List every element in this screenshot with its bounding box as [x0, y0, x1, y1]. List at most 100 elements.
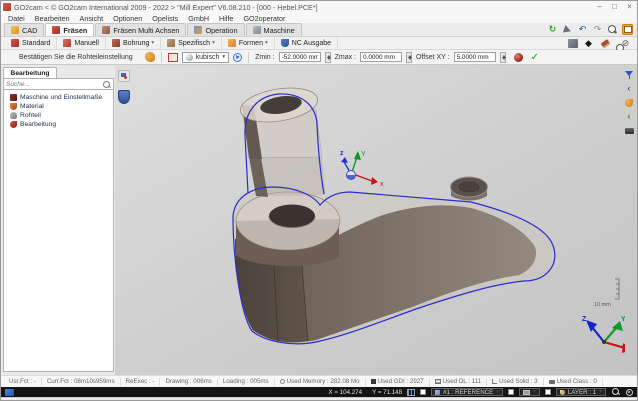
search-input[interactable]: [6, 81, 102, 88]
color-checkbox[interactable]: [508, 389, 514, 395]
solid-icon: [492, 379, 497, 384]
group-standard-label: Standard: [22, 40, 50, 47]
menu-item-ansicht[interactable]: Ansicht: [80, 14, 104, 23]
chevron-down-icon: ▾: [212, 40, 215, 46]
menu-item-datei[interactable]: Datei: [8, 14, 25, 23]
layer-value: LAYER : 1: [568, 389, 596, 396]
cad-pencil-icon: [11, 26, 19, 34]
tree-item-material[interactable]: Material: [4, 102, 113, 111]
redo-icon[interactable]: ↷: [592, 24, 603, 35]
origin-triad-gizmo[interactable]: x Y z: [340, 150, 384, 188]
settings-gear-icon[interactable]: [626, 389, 633, 396]
stock-type-select[interactable]: kubisch ▾: [182, 52, 230, 63]
workspace: Bearbeitung Maschine und Einstellmaße Ma…: [1, 65, 637, 375]
menu-item-optionen[interactable]: Optionen: [113, 14, 142, 23]
collapse-left-icon[interactable]: ‹: [623, 83, 635, 94]
zmin-field[interactable]: [279, 52, 321, 62]
measure-icon[interactable]: [622, 24, 633, 35]
reference-select[interactable]: #1 : REFERENCE ▾: [431, 388, 503, 396]
chevron-down-icon: ▾: [222, 54, 225, 60]
dark-tool-icon[interactable]: [625, 128, 634, 134]
ribbon-group-bar: Standard Manuell Bohrung ▾ Spezifisch ▾ …: [1, 37, 637, 50]
zoom-selection-icon[interactable]: [611, 388, 621, 397]
confirm-check-icon[interactable]: ✓: [531, 52, 539, 63]
tab-maschine-label: Maschine: [264, 26, 295, 35]
class-icon: [549, 380, 555, 384]
group-bohrung[interactable]: Bohrung ▾: [106, 37, 161, 50]
render-mode-icon[interactable]: ◆: [583, 38, 594, 49]
layer-checkbox[interactable]: [545, 389, 551, 395]
tab-multi-label: Fräsen Multi Achsen: [113, 26, 179, 35]
tree-item-bearbeitung[interactable]: Bearbeitung: [4, 120, 113, 129]
reference-checkbox[interactable]: [420, 389, 426, 395]
group-spezifisch[interactable]: Spezifisch ▾: [161, 37, 222, 50]
viewport-3d[interactable]: x Y z 10 mm Z: [115, 65, 637, 375]
group-formen[interactable]: Formen ▾: [222, 37, 275, 50]
reference-cube-icon: [435, 390, 440, 395]
grid-icon[interactable]: [407, 389, 415, 396]
group-manuell[interactable]: Manuell: [57, 37, 106, 50]
pointer-tool-icon[interactable]: [562, 24, 573, 35]
maximize-icon[interactable]: □: [607, 1, 622, 13]
zmin-stepper[interactable]: [325, 52, 331, 63]
offset-xy-stepper[interactable]: [500, 52, 506, 63]
color-select[interactable]: ▾: [519, 388, 540, 396]
viewport-canvas[interactable]: x Y z 10 mm Z: [115, 65, 625, 375]
tab-bearbeitung[interactable]: Bearbeitung: [3, 67, 57, 78]
offset-xy-field[interactable]: [454, 52, 496, 62]
chevron-left-icon[interactable]: ‹: [623, 111, 635, 122]
specific-tool-icon: [167, 39, 175, 47]
sidebar-search-row: [3, 78, 114, 90]
probe-icon[interactable]: [118, 70, 130, 82]
chevron-down-icon: ▾: [265, 40, 268, 46]
filter-icon[interactable]: [624, 70, 634, 80]
minimize-icon[interactable]: –: [592, 1, 607, 13]
zmax-stepper[interactable]: [406, 52, 412, 63]
apply-sphere-icon[interactable]: [514, 53, 523, 62]
zmax-field[interactable]: [360, 52, 402, 62]
title-bar: GO2cam < © GO2cam International 2009 - 2…: [1, 1, 637, 13]
machining-icon: [10, 121, 17, 128]
menu-item-hilfe[interactable]: Hilfe: [219, 14, 233, 23]
status-used-solid: Used Solid : 3: [487, 378, 544, 386]
menu-item-gmbh[interactable]: GmbH: [188, 14, 209, 23]
tab-fraesen-multi-achsen[interactable]: Fräsen Multi Achsen: [95, 23, 186, 36]
separator: [248, 52, 249, 63]
zoom-icon[interactable]: [607, 24, 618, 35]
status-drawing: Drawing : 006ms: [160, 378, 217, 386]
tree-item-rohteil[interactable]: Rohteil: [4, 111, 113, 120]
offset-xy-label: Offset XY :: [416, 54, 450, 61]
snap-mode-icon[interactable]: [5, 389, 14, 396]
tab-cad[interactable]: CAD: [4, 23, 44, 36]
undo-icon[interactable]: ↶: [577, 24, 588, 35]
layer-select[interactable]: LAYER : 1 ▾: [556, 388, 606, 396]
stock-frame-icon[interactable]: [168, 53, 178, 62]
standard-tool-icon: [11, 39, 19, 47]
status-used-dl: Used DL : 111: [430, 378, 487, 386]
group-standard[interactable]: Standard: [5, 37, 57, 50]
tab-fraesen-label: Fräsen: [63, 26, 87, 35]
machine-setup-icon[interactable]: [568, 39, 578, 48]
tab-operation[interactable]: Operation: [187, 23, 244, 36]
tab-maschine[interactable]: Maschine: [246, 23, 302, 36]
stock-icon: [10, 112, 17, 119]
brush-icon[interactable]: [599, 38, 610, 49]
refresh-icon[interactable]: ↻: [547, 24, 558, 35]
shapes-icon: [228, 39, 236, 47]
tab-fraesen[interactable]: Fräsen: [45, 23, 94, 36]
search-icon[interactable]: [102, 80, 111, 89]
shield-icon[interactable]: [118, 90, 130, 104]
orange-tool-icon[interactable]: [625, 99, 633, 107]
group-nc-ausgabe[interactable]: NC Ausgabe: [275, 37, 338, 50]
status-usr-fct: Usr.Fct : -: [4, 378, 42, 386]
menu-item-go2operator[interactable]: GO2operator: [243, 14, 285, 23]
scale-indicator: 10 mm: [594, 279, 619, 308]
menu-item-bearbeiten[interactable]: Bearbeiten: [35, 14, 70, 23]
close-icon[interactable]: ×: [622, 1, 637, 13]
stock-hand-icon[interactable]: [145, 52, 155, 62]
view-orientation-triad: Z Y X: [582, 316, 625, 363]
info-icon[interactable]: [233, 53, 242, 62]
tree-item-maschine[interactable]: Maschine und Einstellmaße: [4, 93, 113, 102]
menu-item-opelists[interactable]: Opelists: [152, 14, 178, 23]
quick-tools-row2: ◆ ⊘: [568, 38, 637, 49]
